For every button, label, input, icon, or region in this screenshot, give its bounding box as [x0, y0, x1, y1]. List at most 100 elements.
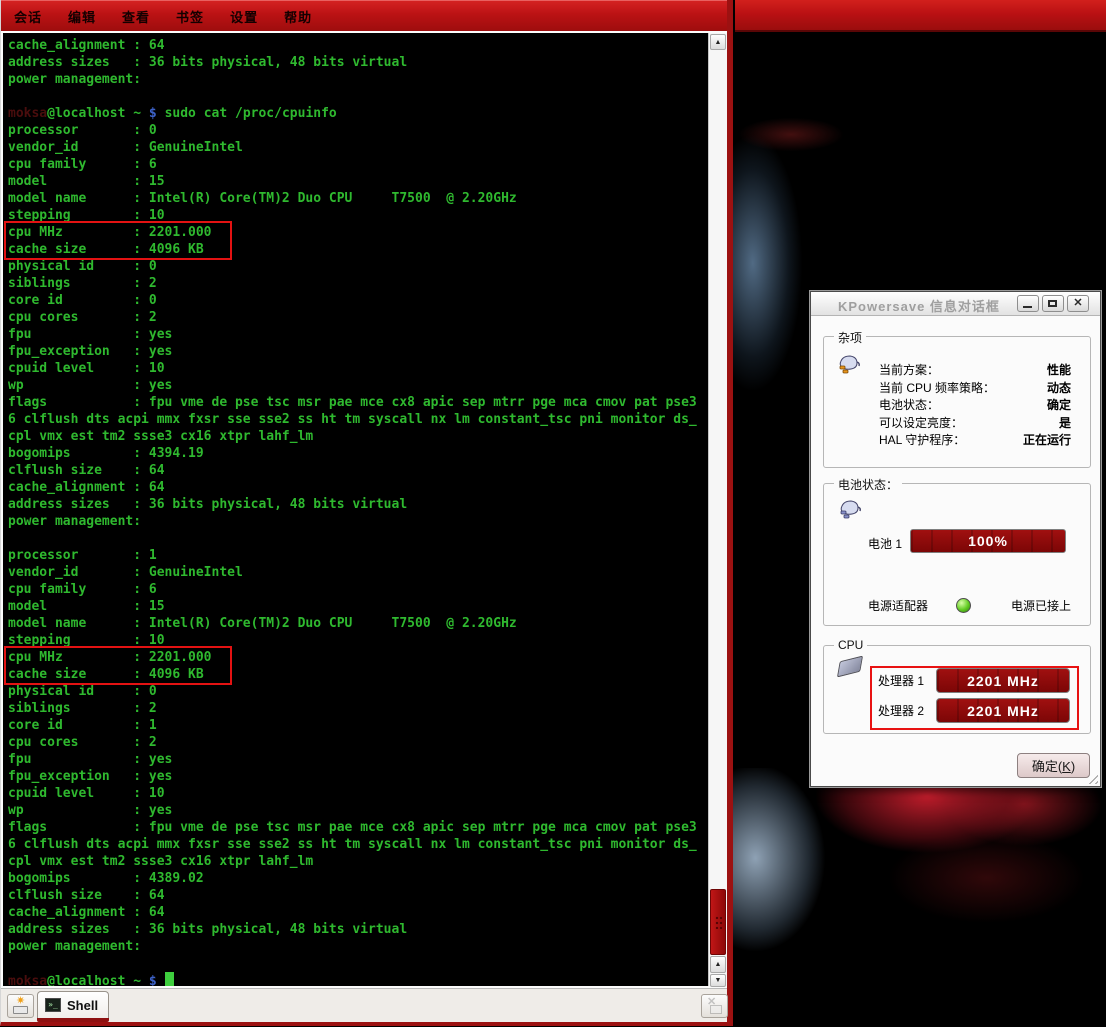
terminal-line: moksa@localhost ~ $	[8, 972, 709, 986]
terminal-line: siblings : 2	[8, 275, 709, 292]
misc-row: 当前方案： 性能	[879, 361, 1071, 379]
terminal-line: model name : Intel(R) Core(TM)2 Duo CPU …	[8, 615, 709, 632]
terminal-line: model : 15	[8, 598, 709, 615]
terminal-line: bogomips : 4394.19	[8, 445, 709, 462]
cpu-groupbox: CPU 处理器 1 2201 MHz 处理器 2 2201 MHz	[823, 645, 1091, 734]
scrollbar-up-bottom-icon[interactable]: ▲	[710, 956, 726, 973]
terminal-line: address sizes : 36 bits physical, 48 bit…	[8, 54, 709, 71]
misc-row: 可以设定亮度： 是	[879, 414, 1071, 432]
terminal-line: cpu cores : 2	[8, 734, 709, 751]
terminal-line: stepping : 10	[8, 207, 709, 224]
misc-group-label: 杂项	[834, 329, 866, 346]
close-button[interactable]: ✕	[1067, 295, 1089, 312]
close-session-icon: ✕	[707, 999, 722, 1013]
terminal-line: vendor_id : GenuineIntel	[8, 139, 709, 156]
misc-row-value: 动态	[1047, 379, 1071, 397]
terminal-line: cpuid level : 10	[8, 785, 709, 802]
cpu-freq-value: 2201 MHz	[937, 699, 1069, 722]
tab-shell-label: Shell	[67, 998, 98, 1013]
battery-1-label: 电池 1	[868, 535, 902, 552]
misc-row-label: 可以设定亮度：	[879, 414, 963, 432]
terminal-line: cpu MHz : 2201.000	[8, 649, 709, 666]
terminal-line: vendor_id : GenuineIntel	[8, 564, 709, 581]
battery-group-label: 电池状态：	[834, 476, 902, 493]
terminal-line: cpu family : 6	[8, 581, 709, 598]
terminal-line: cpu MHz : 2201.000	[8, 224, 709, 241]
terminal-line: cache size : 4096 KB	[8, 666, 709, 683]
terminal-line: cpu cores : 2	[8, 309, 709, 326]
terminal-line: power management:	[8, 71, 709, 88]
maximize-button[interactable]	[1042, 295, 1064, 312]
scrollbar-down-icon[interactable]: ▼	[710, 974, 726, 987]
terminal-line: physical id : 0	[8, 258, 709, 275]
menu-view[interactable]: 查看	[109, 7, 163, 26]
terminal-line: processor : 0	[8, 122, 709, 139]
scrollbar-thumb[interactable]	[710, 889, 726, 955]
terminal-line: fpu : yes	[8, 751, 709, 768]
terminal-line: wp : yes	[8, 377, 709, 394]
maximize-icon	[1048, 300, 1057, 307]
battery-progressbar: 100%	[910, 529, 1066, 553]
misc-groupbox: 杂项 当前方案： 性能 当前 CPU 频率策略： 动态 电池状态： 确定	[823, 336, 1091, 468]
terminal-line: core id : 0	[8, 292, 709, 309]
menu-bookmarks[interactable]: 书签	[163, 7, 217, 26]
tab-shell[interactable]: »_ Shell	[37, 991, 109, 1018]
terminal-line: clflush size : 64	[8, 887, 709, 904]
cpu-group-label: CPU	[834, 638, 867, 652]
cpu-freq-value: 2201 MHz	[937, 669, 1069, 692]
menu-session[interactable]: 会话	[1, 7, 55, 26]
terminal-line: model : 15	[8, 173, 709, 190]
ok-button-label: 确定(K)	[1032, 756, 1075, 775]
processor-label: 处理器 1	[878, 672, 936, 689]
misc-row-value: 正在运行	[1023, 431, 1071, 449]
active-tab-underline	[37, 1018, 109, 1022]
terminal-line: cpl vmx est tm2 ssse3 cx16 xtpr lahf_lm	[8, 853, 709, 870]
terminal-line: cpu family : 6	[8, 156, 709, 173]
terminal-output[interactable]: cache_alignment : 64address sizes : 36 b…	[3, 33, 709, 986]
terminal-view[interactable]: cache_alignment : 64address sizes : 36 b…	[3, 33, 709, 986]
wallpaper-red-cloth	[733, 768, 1106, 968]
kpowersave-dialog: KPowersave 信息对话框 ✕ 杂项 当前方案： 性能 当前 CPU 频率…	[810, 291, 1101, 787]
terminal-line: moksa@localhost ~ $ sudo cat /proc/cpuin…	[8, 105, 709, 122]
terminal-line: cache_alignment : 64	[8, 37, 709, 54]
new-session-button[interactable]: ✷	[7, 994, 34, 1018]
misc-row-label: HAL 守护程序：	[879, 431, 965, 449]
terminal-line: model name : Intel(R) Core(TM)2 Duo CPU …	[8, 190, 709, 207]
adapter-label: 电源适配器	[868, 597, 956, 614]
desktop: 会话 编辑 查看 书签 设置 帮助 cache_alignment : 64ad…	[0, 0, 1106, 1027]
adapter-row: 电源适配器 电源已接上	[868, 597, 1078, 614]
terminal-line: flags : fpu vme de pse tsc msr pae mce c…	[8, 394, 709, 411]
cpu-chip-icon	[837, 656, 863, 678]
misc-row-value: 确定	[1047, 396, 1071, 414]
misc-row: 电池状态： 确定	[879, 396, 1071, 414]
menu-bar: 会话 编辑 查看 书签 设置 帮助	[1, 0, 727, 32]
terminal-line: physical id : 0	[8, 683, 709, 700]
terminal-scrollbar[interactable]: ▲ ▲ ▼	[708, 33, 727, 986]
menu-help[interactable]: 帮助	[271, 7, 325, 26]
terminal-line: cpuid level : 10	[8, 360, 709, 377]
terminal-line: processor : 1	[8, 547, 709, 564]
menu-settings[interactable]: 设置	[217, 7, 271, 26]
power-plug-icon	[837, 353, 861, 375]
cpu-freq-bar: 2201 MHz	[936, 668, 1070, 693]
green-led-icon	[956, 598, 971, 613]
scrollbar-up-icon[interactable]: ▲	[710, 34, 726, 50]
close-session-button[interactable]: ✕	[701, 994, 728, 1018]
adapter-status: 电源已接上	[1011, 597, 1071, 614]
processor-row: 处理器 1 2201 MHz	[878, 668, 1082, 693]
terminal-line: cpl vmx est tm2 ssse3 cx16 xtpr lahf_lm	[8, 428, 709, 445]
terminal-line: 6 clflush dts acpi mmx fxsr sse sse2 ss …	[8, 836, 709, 853]
new-session-icon: ✷	[13, 998, 28, 1013]
minimize-button[interactable]	[1017, 295, 1039, 312]
konsole-window: 会话 编辑 查看 书签 设置 帮助 cache_alignment : 64ad…	[0, 0, 733, 1026]
terminal-line: 6 clflush dts acpi mmx fxsr sse sse2 ss …	[8, 411, 709, 428]
terminal-line: fpu_exception : yes	[8, 768, 709, 785]
battery-groupbox: 电池状态： 电池 1 100% 电源适配器 电源已接上	[823, 483, 1091, 626]
ok-button[interactable]: 确定(K)	[1017, 753, 1090, 778]
cpu-freq-bar: 2201 MHz	[936, 698, 1070, 723]
dialog-titlebar[interactable]: KPowersave 信息对话框 ✕	[811, 292, 1100, 316]
menu-edit[interactable]: 编辑	[55, 7, 109, 26]
close-icon: ✕	[1068, 296, 1088, 311]
processor-row: 处理器 2 2201 MHz	[878, 698, 1082, 723]
misc-row-label: 当前方案：	[879, 361, 939, 379]
